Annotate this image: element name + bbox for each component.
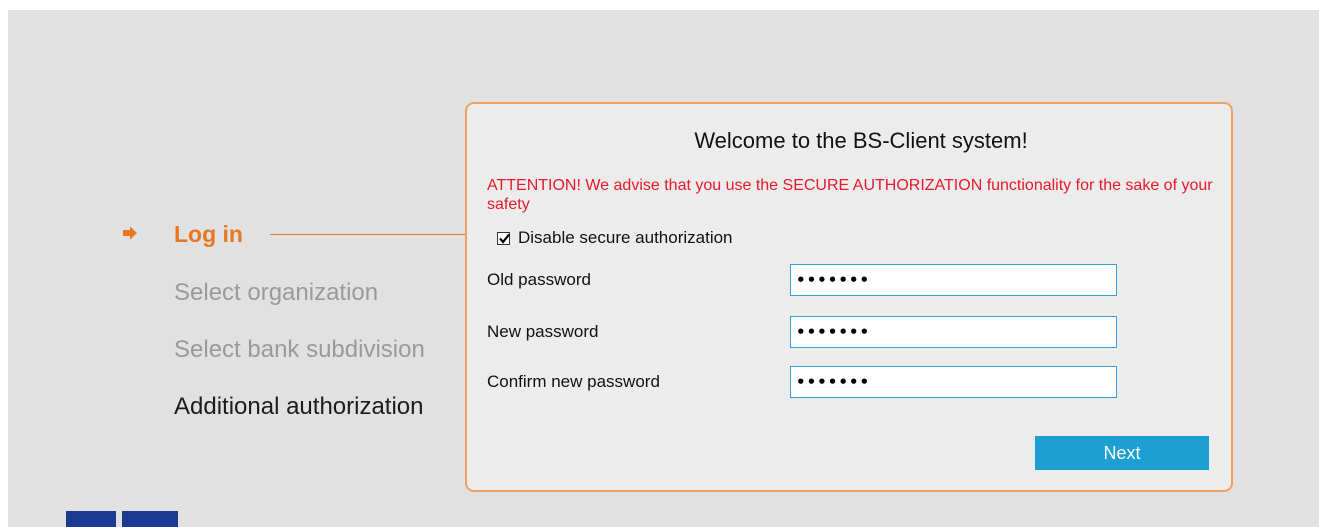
disable-secure-auth-row[interactable]: Disable secure authorization [497, 228, 733, 248]
step-connector-line [270, 234, 466, 235]
step-additional-authorization: Additional authorization [174, 393, 424, 420]
checkmark-icon [499, 233, 510, 244]
step-log-in: Log in [174, 221, 243, 247]
confirm-password-label: Confirm new password [487, 372, 660, 391]
old-password-label: Old password [487, 270, 591, 289]
welcome-title: Welcome to the BS-Client system! [694, 128, 1028, 153]
login-panel: Welcome to the BS-Client system! ATTENTI… [465, 102, 1233, 492]
confirm-password-input[interactable] [790, 366, 1117, 398]
arrow-right-icon [123, 226, 137, 240]
next-button[interactable]: Next [1035, 436, 1209, 470]
disable-secure-auth-checkbox[interactable] [497, 231, 510, 245]
step-select-organization: Select organization [174, 279, 379, 306]
new-password-label: New password [487, 322, 599, 341]
security-warning: ATTENTION! We advise that you use the SE… [487, 177, 1213, 213]
new-password-input[interactable] [790, 316, 1117, 348]
bank-logo [66, 511, 178, 527]
step-select-bank-subdivision: Select bank subdivision [174, 336, 425, 363]
disable-secure-auth-label: Disable secure authorization [518, 228, 733, 247]
old-password-input[interactable] [790, 264, 1117, 296]
